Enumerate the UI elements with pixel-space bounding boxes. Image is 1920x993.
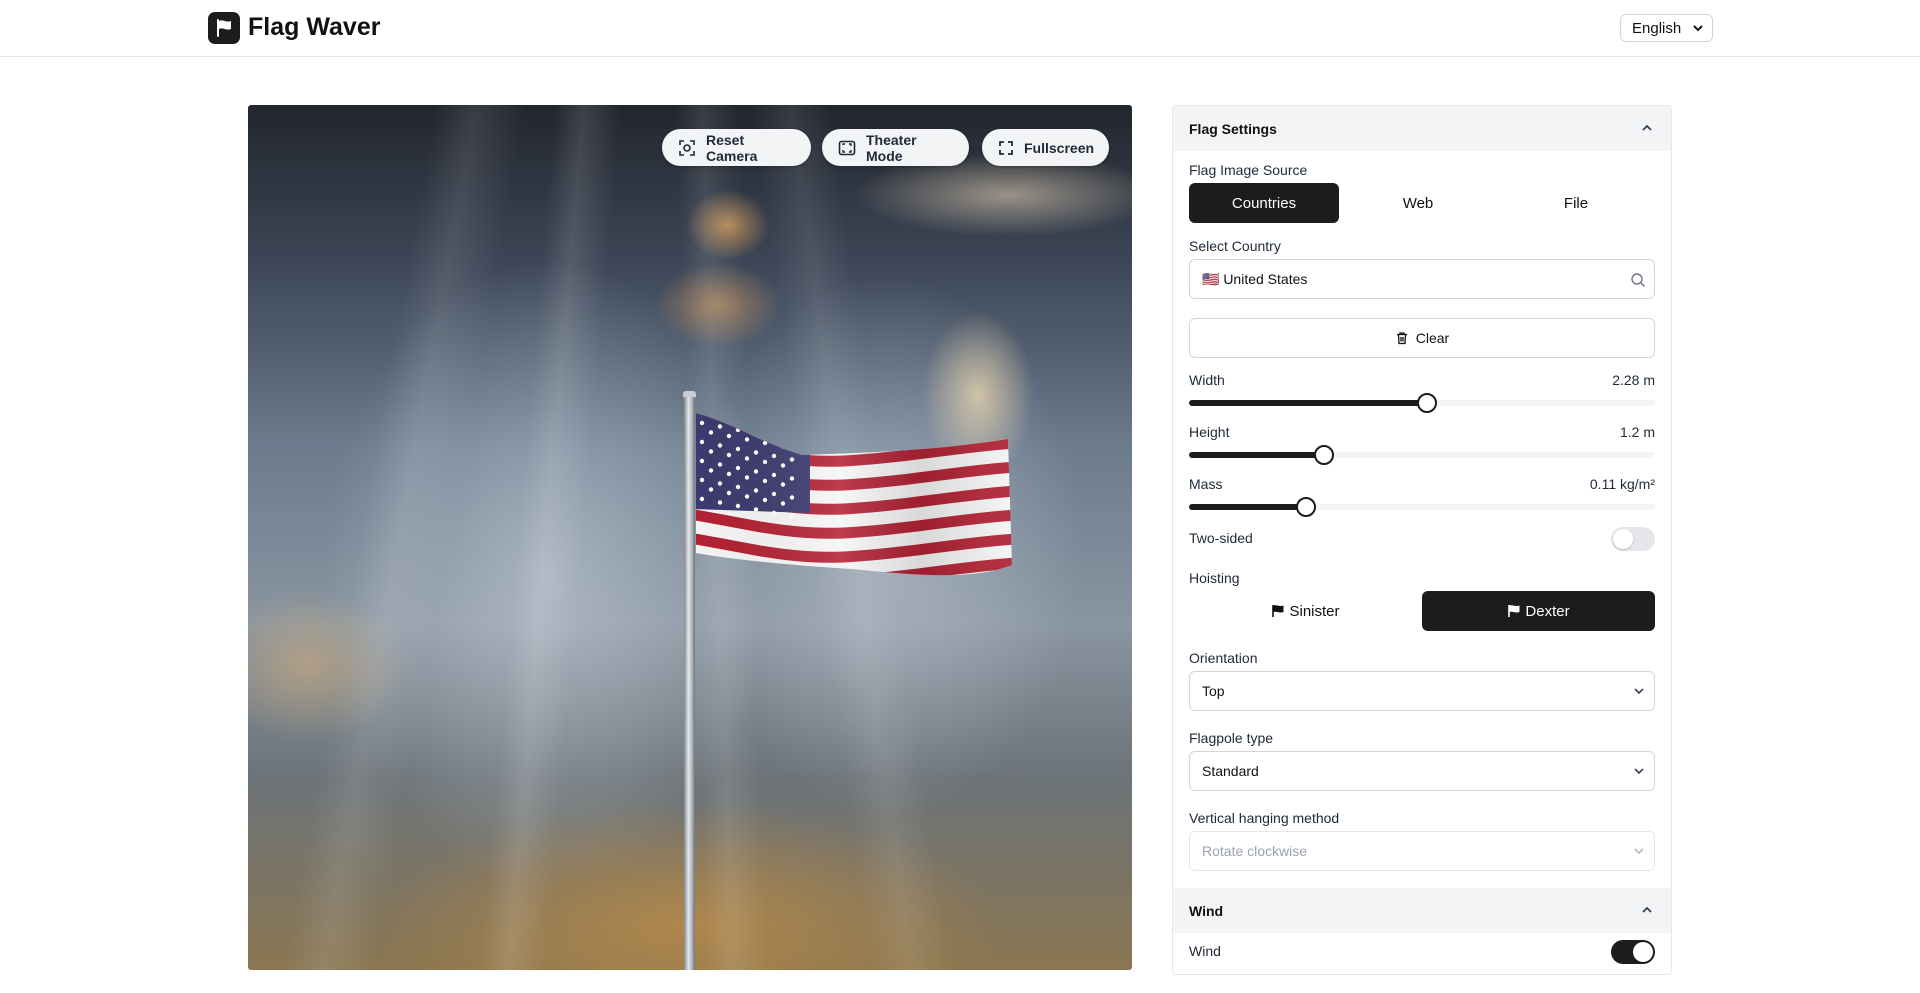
fullscreen-label: Fullscreen <box>1024 139 1095 156</box>
source-web-tab[interactable]: Web <box>1339 183 1497 223</box>
hoisting-sinister-label: Sinister <box>1289 602 1340 620</box>
image-source-segmented: Countries Web File <box>1189 183 1655 223</box>
fullscreen-icon <box>999 140 1013 155</box>
flagpole-type-select[interactable]: Standard <box>1189 751 1655 791</box>
flag-logo-icon <box>208 12 240 44</box>
width-slider-thumb[interactable] <box>1416 393 1437 413</box>
flag-star <box>789 438 795 443</box>
hoisting-label: Hoisting <box>1189 570 1240 586</box>
trash-icon <box>1396 332 1407 345</box>
mass-slider-fill <box>1189 504 1306 510</box>
height-slider[interactable] <box>1189 445 1655 465</box>
us-flag <box>696 413 1012 576</box>
height-slider-thumb[interactable] <box>1314 445 1335 465</box>
reset-camera-label: Reset Camera <box>706 131 758 164</box>
orientation-label: Orientation <box>1189 650 1258 666</box>
clear-button[interactable]: Clear <box>1189 318 1655 358</box>
vertical-hanging-select: Rotate clockwise <box>1189 831 1655 871</box>
mass-value: 0.11 kg/m² <box>1589 476 1655 492</box>
fullscreen-button[interactable]: Fullscreen <box>982 129 1109 166</box>
wind-toggle-knob <box>1633 942 1653 962</box>
theater-mode-label: Theater Mode <box>866 131 917 164</box>
two-sided-toggle[interactable] <box>1611 527 1655 551</box>
two-sided-toggle-knob <box>1613 529 1633 549</box>
language-select-value: English <box>1632 19 1682 37</box>
camera-focus-icon <box>679 139 695 156</box>
two-sided-label: Two-sided <box>1189 530 1253 546</box>
language-select[interactable]: English <box>1620 14 1713 42</box>
source-countries-tab[interactable]: Countries <box>1189 183 1339 223</box>
country-search-input[interactable]: 🇺🇸 United States <box>1189 259 1655 299</box>
orientation-value: Top <box>1202 683 1225 699</box>
flag-icon <box>1508 605 1520 617</box>
orientation-select[interactable]: Top <box>1189 671 1655 711</box>
chevron-up-icon <box>1642 124 1652 131</box>
flag-settings-title: Flag Settings <box>1189 120 1277 137</box>
theater-mode-button[interactable]: Theater Mode <box>822 129 969 166</box>
width-slider[interactable] <box>1189 393 1655 413</box>
flagpole-type-value: Standard <box>1202 763 1259 779</box>
wind-toggle[interactable] <box>1611 940 1655 964</box>
country-value: 🇺🇸 United States <box>1202 270 1308 287</box>
image-source-label: Flag Image Source <box>1189 162 1308 178</box>
chevron-down-icon <box>1634 848 1644 855</box>
flag-star <box>753 431 759 436</box>
hoisting-dexter-option[interactable]: Dexter <box>1422 591 1655 631</box>
width-label: Width <box>1189 372 1225 388</box>
flagpole-type-label: Flagpole type <box>1189 730 1274 746</box>
width-slider-fill <box>1189 400 1427 406</box>
mass-slider-thumb[interactable] <box>1295 497 1316 517</box>
chevron-up-icon <box>1642 906 1652 913</box>
reset-camera-button[interactable]: Reset Camera <box>662 129 811 166</box>
vertical-hanging-label: Vertical hanging method <box>1189 810 1340 826</box>
width-value: 2.28 m <box>1612 372 1655 388</box>
wind-section-header[interactable]: Wind <box>1173 888 1671 933</box>
source-file-tab[interactable]: File <box>1497 183 1655 223</box>
app-header: Flag Waver English <box>0 0 1920 57</box>
search-icon <box>1631 273 1645 287</box>
settings-panel: Flag Settings Flag Image Source Countrie… <box>1172 105 1672 975</box>
hoisting-sinister-option[interactable]: Sinister <box>1189 591 1422 631</box>
clear-label: Clear <box>1415 330 1450 346</box>
mass-slider[interactable] <box>1189 497 1655 517</box>
app-title: Flag Waver <box>248 13 381 41</box>
select-country-label: Select Country <box>1189 238 1281 254</box>
chevron-down-icon <box>1634 688 1644 695</box>
flag-viewport[interactable]: Reset Camera Theater Mode Fullscreen <box>248 105 1132 970</box>
chevron-down-icon <box>1634 768 1644 775</box>
theater-mode-icon <box>838 140 856 155</box>
flag-icon <box>1272 605 1284 617</box>
height-label: Height <box>1189 424 1230 440</box>
flag-settings-header[interactable]: Flag Settings <box>1173 106 1671 151</box>
hoisting-dexter-label: Dexter <box>1525 602 1570 620</box>
vertical-hanging-value: Rotate clockwise <box>1202 843 1308 859</box>
chevron-down-icon <box>1693 25 1703 32</box>
hoisting-segmented: Sinister Dexter <box>1189 591 1655 631</box>
wind-section-title: Wind <box>1189 902 1224 919</box>
height-value: 1.2 m <box>1619 424 1655 440</box>
flag-star <box>771 434 777 440</box>
wind-label: Wind <box>1189 943 1221 959</box>
mass-label: Mass <box>1189 476 1223 492</box>
height-slider-fill <box>1189 452 1325 458</box>
